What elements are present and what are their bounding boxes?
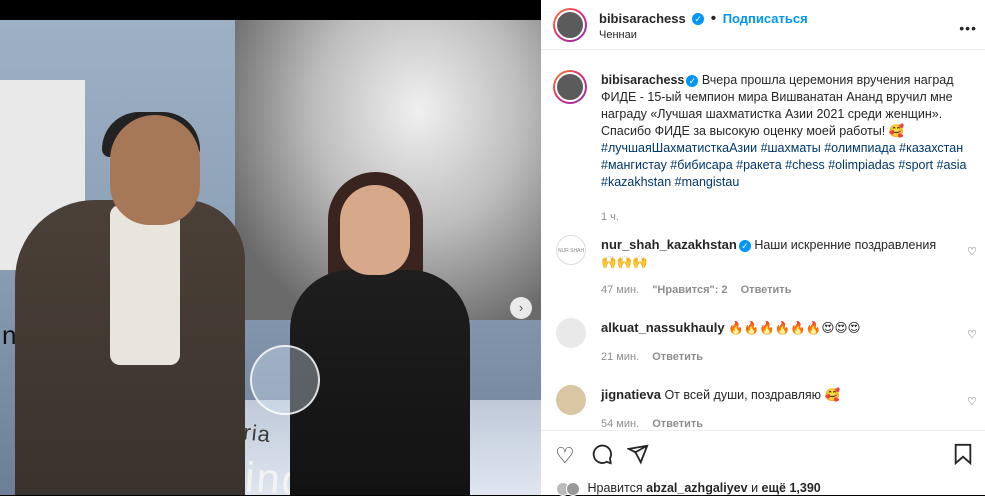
author-avatar[interactable]: [553, 8, 587, 42]
comment-item: alkuat_nassukhauly 🔥🔥🔥🔥🔥🔥😍😍😍 ♡ 21 мин. О…: [541, 318, 985, 368]
comment-time: 47 мин.: [601, 284, 640, 296]
comment-reply-button[interactable]: Ответить: [741, 284, 792, 296]
man-head: [110, 115, 200, 225]
comment-meta: 54 мин. Ответить: [601, 418, 703, 430]
comment-avatar[interactable]: [556, 385, 586, 415]
verified-icon: ✓: [686, 74, 699, 87]
man-shirt: [110, 205, 180, 365]
verified-icon: ✓: [738, 239, 751, 252]
woman-head: [340, 185, 410, 275]
next-photo-button[interactable]: ›: [510, 297, 532, 319]
caption-time: 1 ч.: [601, 211, 619, 223]
more-options-icon[interactable]: •••: [959, 20, 977, 36]
award-trophy: [250, 345, 320, 415]
comment-likes[interactable]: "Нравится": 2: [652, 284, 727, 296]
comment-like-icon[interactable]: ♡: [967, 328, 977, 341]
comment-body: alkuat_nassukhauly 🔥🔥🔥🔥🔥🔥😍😍😍: [601, 319, 951, 337]
comment-username[interactable]: jignatieva: [601, 387, 661, 402]
comment-body: nur_shah_kazakhstan ✓ Наши искренние позд…: [601, 236, 951, 271]
caption-hashtags[interactable]: #лучшаяШахматисткаАзии #шахматы #олимпиа…: [601, 141, 967, 189]
likes-count[interactable]: ещё 1,390: [762, 481, 821, 495]
comment-reply-button[interactable]: Ответить: [652, 418, 703, 430]
comment-time: 21 мин.: [601, 351, 640, 363]
verified-icon: ✓: [692, 12, 705, 25]
post-caption: bibisarachess ✓ Вчера прошла церемония вр…: [601, 72, 973, 226]
author-username[interactable]: bibisarachess: [599, 11, 686, 26]
heart-icon[interactable]: ♡: [555, 443, 575, 469]
post-location[interactable]: Ченнаи: [599, 29, 637, 41]
comment-username[interactable]: alkuat_nassukhauly: [601, 320, 725, 335]
comment-text: 🔥🔥🔥🔥🔥🔥😍😍😍: [728, 321, 861, 335]
comment-text: От всей души, поздравляю 🥰: [664, 388, 841, 402]
post-header: bibisarachess ✓ • Подписаться Ченнаи •••: [541, 0, 985, 50]
likes-prefix: Нравится: [587, 481, 643, 495]
author-avatar-image: [555, 10, 585, 40]
comment-reply-button[interactable]: Ответить: [652, 351, 703, 363]
post-side-panel: bibisarachess ✓ • Подписаться Ченнаи •••…: [541, 0, 985, 496]
comment-username[interactable]: nur_shah_kazakhstan: [601, 237, 737, 252]
post-photo: nar aria rana ing ess ›: [0, 20, 541, 495]
comment-time: 54 мин.: [601, 418, 640, 430]
comment-avatar[interactable]: [556, 318, 586, 348]
comment-like-icon[interactable]: ♡: [967, 395, 977, 408]
liker-username[interactable]: abzal_azhgaliyev: [646, 481, 747, 495]
caption-avatar-image: [555, 72, 585, 102]
post-actions: ♡ Нравится abzal_azhgaliyev и ещё 1,390: [541, 430, 985, 496]
liker-avatar[interactable]: [566, 481, 580, 496]
post-modal: nar aria rana ing ess › bibisarachess ✓: [0, 0, 985, 496]
comment-avatar[interactable]: NUR SHAH: [556, 235, 586, 265]
comment-icon[interactable]: [591, 443, 613, 471]
bookmark-icon[interactable]: [953, 443, 973, 471]
comment-body: jignatieva От всей души, поздравляю 🥰: [601, 386, 951, 404]
share-icon[interactable]: [625, 443, 649, 471]
follow-button[interactable]: Подписаться: [723, 11, 808, 26]
caption-avatar[interactable]: [553, 70, 587, 104]
dot-separator: •: [710, 10, 717, 27]
comment-item: jignatieva От всей души, поздравляю 🥰 ♡ …: [541, 385, 985, 430]
comment-like-icon[interactable]: ♡: [967, 245, 977, 258]
comment-meta: 21 мин. Ответить: [601, 351, 703, 363]
likes-middle: и: [751, 481, 759, 495]
author-line: bibisarachess ✓ • Подписаться: [599, 10, 808, 28]
caption-username[interactable]: bibisarachess: [601, 73, 684, 87]
comment-item: NUR SHAH nur_shah_kazakhstan ✓ Наши искре…: [541, 235, 985, 305]
comment-meta: 47 мин. "Нравится": 2 Ответить: [601, 284, 791, 296]
likes-summary: Нравится abzal_azhgaliyev и ещё 1,390: [556, 481, 821, 496]
